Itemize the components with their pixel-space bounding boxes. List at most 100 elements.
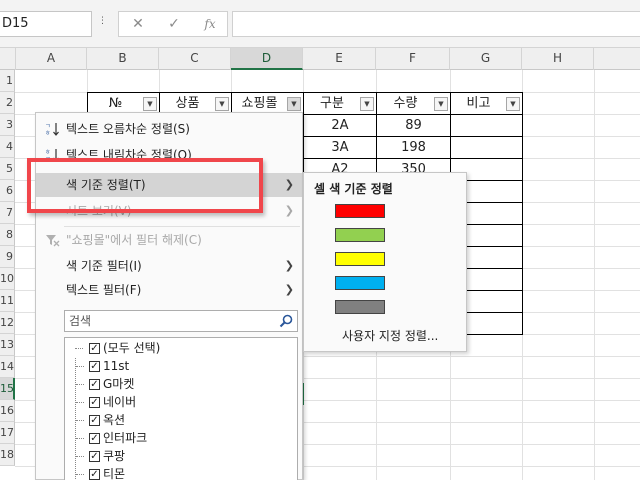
formula-buttons: ✕ ✓ fx bbox=[118, 11, 228, 37]
column-header-g[interactable]: G bbox=[450, 48, 522, 70]
cancel-icon[interactable]: ✕ bbox=[127, 15, 149, 33]
column-header-b[interactable]: B bbox=[87, 48, 159, 70]
menu-item-label: 텍스트 오름차순 정렬(S) bbox=[66, 122, 190, 136]
row-header[interactable]: 9 bbox=[0, 246, 15, 268]
header-label: 수량 bbox=[393, 96, 418, 111]
column-header-bar: A B C D E F G H bbox=[0, 48, 640, 70]
filter-dropdown-icon[interactable]: ▼ bbox=[434, 97, 448, 111]
row-header[interactable]: 13 bbox=[0, 334, 15, 356]
formula-bar: D15 ⋮ ✕ ✓ fx bbox=[0, 0, 640, 48]
row-header[interactable]: 10 bbox=[0, 268, 15, 290]
color-swatch-green[interactable] bbox=[335, 228, 385, 242]
row-header[interactable]: 16 bbox=[0, 400, 15, 422]
tree-line bbox=[75, 412, 87, 429]
column-header-h[interactable]: H bbox=[522, 48, 594, 70]
svg-text:ㅎ: ㅎ bbox=[45, 130, 51, 137]
menu-item-sort-ascending[interactable]: ㄱㅎ 텍스트 오름차순 정렬(S) bbox=[36, 117, 302, 141]
table-cell[interactable]: 198 bbox=[376, 136, 451, 159]
color-swatch-gray[interactable] bbox=[335, 300, 385, 314]
custom-sort-link[interactable]: 사용자 지정 정렬... bbox=[342, 327, 438, 344]
submenu-title: 셀 색 기준 정렬 bbox=[314, 182, 393, 196]
sort-ascending-icon: ㄱㅎ bbox=[44, 121, 60, 137]
sort-by-color-submenu: 셀 색 기준 정렬 사용자 지정 정렬... bbox=[303, 172, 467, 352]
table-cell[interactable] bbox=[450, 114, 523, 137]
list-item-label: 티몬 bbox=[103, 467, 126, 480]
insert-function-icon[interactable]: fx bbox=[199, 15, 221, 33]
filter-dropdown-icon-active[interactable]: ▼ bbox=[287, 97, 301, 111]
tree-line bbox=[75, 448, 87, 465]
row-header[interactable]: 11 bbox=[0, 290, 15, 312]
row-header[interactable]: 8 bbox=[0, 224, 15, 246]
row-header[interactable]: 14 bbox=[0, 356, 15, 378]
row-header[interactable]: 12 bbox=[0, 312, 15, 334]
row-header[interactable]: 5 bbox=[0, 158, 15, 180]
formula-input[interactable] bbox=[232, 11, 640, 37]
filter-value-list[interactable]: ✓ (모두 선택) ✓ 11st ✓ G마켓 ✓ 네이버 ✓ 옥션 ✓ 인터파크 bbox=[64, 337, 298, 480]
filter-dropdown-icon[interactable]: ▼ bbox=[215, 97, 229, 111]
column-header-c[interactable]: C bbox=[159, 48, 231, 70]
color-swatch-red[interactable] bbox=[335, 204, 385, 218]
checkbox-checked-icon[interactable]: ✓ bbox=[89, 433, 100, 444]
row-header-selected[interactable]: 15 bbox=[0, 378, 15, 400]
row-header[interactable]: 2 bbox=[0, 92, 15, 114]
filter-search-input[interactable]: 검색 bbox=[64, 310, 298, 332]
name-box[interactable]: D15 bbox=[0, 11, 92, 37]
tree-line bbox=[75, 376, 87, 393]
column-header-d[interactable]: D bbox=[231, 48, 303, 70]
select-all-corner[interactable] bbox=[0, 48, 16, 70]
table-cell[interactable]: 89 bbox=[376, 114, 451, 137]
list-item-label: G마켓 bbox=[103, 377, 135, 391]
color-swatch-yellow[interactable] bbox=[335, 252, 385, 266]
header-label: 비고 bbox=[466, 96, 491, 111]
row-header[interactable]: 6 bbox=[0, 180, 15, 202]
checkbox-checked-icon[interactable]: ✓ bbox=[89, 397, 100, 408]
checkbox-checked-icon[interactable]: ✓ bbox=[89, 379, 100, 390]
tree-line bbox=[75, 466, 87, 480]
column-header-e[interactable]: E bbox=[303, 48, 376, 70]
checkbox-checked-icon[interactable]: ✓ bbox=[89, 451, 100, 462]
search-placeholder: 검색 bbox=[69, 314, 92, 328]
table-header-cell[interactable]: 수량 ▼ bbox=[376, 92, 451, 115]
chevron-right-icon: ❯ bbox=[284, 178, 294, 191]
column-header-f[interactable]: F bbox=[376, 48, 450, 70]
tree-line bbox=[75, 358, 87, 375]
tree-line bbox=[75, 340, 87, 357]
list-item-label: 네이버 bbox=[103, 395, 137, 409]
menu-item-label: 텍스트 필터(F) bbox=[66, 283, 142, 297]
table-cell[interactable] bbox=[450, 136, 523, 159]
menu-item-filter-by-color[interactable]: 색 기준 필터(I) ❯ bbox=[36, 254, 302, 278]
row-header[interactable]: 3 bbox=[0, 114, 15, 136]
menu-item-label: "쇼핑몰"에서 필터 해제(C) bbox=[66, 233, 202, 247]
checkbox-checked-icon[interactable]: ✓ bbox=[89, 343, 100, 354]
table-cell[interactable]: 2A bbox=[303, 114, 377, 137]
menu-item-clear-filter[interactable]: "쇼핑몰"에서 필터 해제(C) bbox=[36, 228, 302, 252]
checkbox-checked-icon[interactable]: ✓ bbox=[89, 415, 100, 426]
highlight-annotation-box bbox=[27, 158, 263, 213]
filter-dropdown-icon[interactable]: ▼ bbox=[360, 97, 374, 111]
row-header[interactable]: 7 bbox=[0, 202, 15, 224]
table-header-cell[interactable]: 비고 ▼ bbox=[450, 92, 523, 115]
svg-text:ㄱ: ㄱ bbox=[45, 123, 51, 130]
row-header[interactable]: 17 bbox=[0, 422, 15, 444]
name-box-dropdown-icon[interactable]: ⋮ bbox=[98, 16, 110, 30]
chevron-right-icon: ❯ bbox=[284, 283, 294, 296]
table-cell[interactable]: 3A bbox=[303, 136, 377, 159]
filter-dropdown-icon[interactable]: ▼ bbox=[506, 97, 520, 111]
color-swatch-blue[interactable] bbox=[335, 276, 385, 290]
chevron-right-icon: ❯ bbox=[284, 204, 294, 217]
clear-filter-icon bbox=[44, 232, 60, 248]
table-header-cell[interactable]: 구분 ▼ bbox=[303, 92, 377, 115]
row-header[interactable]: 1 bbox=[0, 70, 15, 92]
list-item-label: 옥션 bbox=[103, 413, 126, 427]
row-header[interactable]: 4 bbox=[0, 136, 15, 158]
column-header-i[interactable] bbox=[594, 48, 640, 70]
search-icon[interactable] bbox=[278, 313, 294, 329]
row-header[interactable]: 18 bbox=[0, 444, 15, 466]
menu-item-text-filter[interactable]: 텍스트 필터(F) ❯ bbox=[36, 278, 302, 302]
filter-dropdown-icon[interactable]: ▼ bbox=[143, 97, 157, 111]
column-header-a[interactable]: A bbox=[16, 48, 87, 70]
enter-icon[interactable]: ✓ bbox=[163, 15, 185, 33]
checkbox-checked-icon[interactable]: ✓ bbox=[89, 469, 100, 480]
checkbox-checked-icon[interactable]: ✓ bbox=[89, 361, 100, 372]
tree-line bbox=[75, 394, 87, 411]
